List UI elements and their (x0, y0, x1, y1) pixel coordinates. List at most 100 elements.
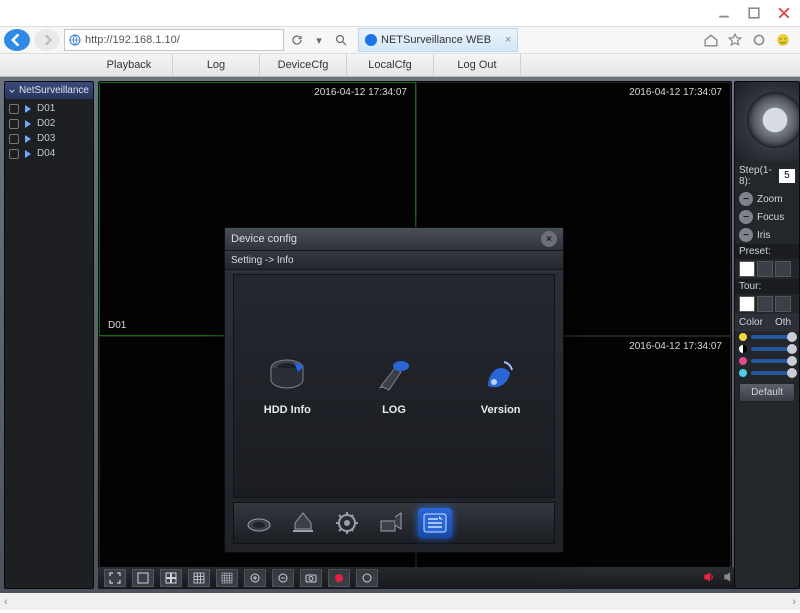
hue-slider[interactable] (751, 371, 795, 375)
preset-input[interactable] (739, 261, 755, 277)
hdd-icon (266, 356, 308, 396)
rec-checkbox[interactable] (9, 134, 19, 144)
fullscreen-button[interactable] (104, 569, 126, 587)
address-bar[interactable]: http://192.168.1.10/ (64, 29, 284, 51)
zoom-label: Zoom (757, 194, 783, 205)
minimize-button[interactable] (712, 3, 736, 23)
snapshot-button[interactable] (300, 569, 322, 587)
extra-button[interactable] (356, 569, 378, 587)
refresh-icon[interactable] (288, 31, 306, 49)
close-window-button[interactable] (772, 3, 796, 23)
record-all-button[interactable] (328, 569, 350, 587)
maximize-button[interactable] (742, 3, 766, 23)
brightness-icon (739, 333, 747, 341)
play-icon (25, 135, 31, 143)
menu-logout[interactable]: Log Out (434, 54, 521, 76)
tour-stop[interactable] (775, 296, 791, 312)
hdd-info-item[interactable]: HDD Info (247, 356, 327, 416)
step-input[interactable]: 5 (779, 169, 795, 183)
rec-checkbox[interactable] (9, 119, 19, 129)
smiley-icon[interactable] (774, 31, 792, 49)
brightness-slider[interactable] (751, 335, 795, 339)
hue-icon (739, 369, 747, 377)
contrast-icon (739, 345, 747, 353)
menu-localcfg[interactable]: LocalCfg (347, 54, 434, 76)
favicon-icon (365, 34, 377, 46)
dialog-close-button[interactable]: × (541, 231, 557, 247)
channel-name: D01 (37, 103, 55, 114)
menu-log[interactable]: Log (173, 54, 260, 76)
saturation-icon (739, 357, 747, 365)
browser-tab[interactable]: NETSurveillance WEB × (358, 28, 518, 52)
tour-label: Tour: (735, 279, 799, 294)
step-label: Step(1-8): (739, 165, 779, 187)
url-text: http://192.168.1.10/ (85, 34, 180, 46)
contrast-slider[interactable] (751, 347, 795, 351)
stop-icon[interactable]: ▾ (310, 31, 328, 49)
cat-alarm-icon[interactable] (286, 508, 320, 538)
focus-out-button[interactable]: − (739, 210, 753, 224)
tools-icon[interactable] (750, 31, 768, 49)
cat-system-icon[interactable] (330, 508, 364, 538)
layout-1-button[interactable] (132, 569, 154, 587)
back-button[interactable] (4, 29, 30, 51)
channel-name: D02 (37, 118, 55, 129)
channel-item[interactable]: D03 (7, 131, 91, 146)
cat-advanced-icon[interactable] (374, 508, 408, 538)
forward-button[interactable] (34, 29, 60, 51)
preset-go[interactable] (757, 261, 773, 277)
home-icon[interactable] (702, 31, 720, 49)
iris-label: Iris (757, 230, 770, 241)
speaker-icon[interactable] (702, 570, 716, 587)
saturation-slider[interactable] (751, 359, 795, 363)
tab-other[interactable]: Oth (767, 314, 799, 331)
timestamp: 2016-04-12 17:34:07 (629, 341, 722, 352)
log-item[interactable]: LOG (354, 356, 434, 416)
channel-item[interactable]: D04 (7, 146, 91, 161)
dialog-title: Device config (231, 233, 297, 245)
cat-info-icon[interactable] (418, 508, 452, 538)
channel-list: D01 D02 D03 D04 (5, 99, 93, 163)
search-icon[interactable] (332, 31, 350, 49)
expand-icon (9, 86, 15, 96)
dialog-breadcrumb: Setting -> Info (225, 251, 563, 270)
preset-label: Preset: (735, 244, 799, 259)
tour-input[interactable] (739, 296, 755, 312)
layout-4-button[interactable] (160, 569, 182, 587)
app-menubar: Playback Log DeviceCfg LocalCfg Log Out (0, 54, 800, 77)
layout-9-button[interactable] (188, 569, 210, 587)
favorites-icon[interactable] (726, 31, 744, 49)
channel-item[interactable]: D02 (7, 116, 91, 131)
preset-add[interactable] (775, 261, 791, 277)
tab-close-icon[interactable]: × (505, 34, 511, 46)
timestamp: 2016-04-12 17:34:07 (629, 87, 722, 98)
item-label: Version (481, 404, 521, 416)
globe-icon (69, 34, 81, 46)
menu-playback[interactable]: Playback (86, 54, 173, 76)
rec-checkbox[interactable] (9, 149, 19, 159)
device-config-dialog: Device config × Setting -> Info HDD Info… (224, 227, 564, 553)
connect-all-button[interactable] (244, 569, 266, 587)
channel-name: D03 (37, 133, 55, 144)
zoom-out-button[interactable]: − (739, 192, 753, 206)
rec-checkbox[interactable] (9, 104, 19, 114)
play-icon (25, 105, 31, 113)
channel-item[interactable]: D01 (7, 101, 91, 116)
disconnect-all-button[interactable] (272, 569, 294, 587)
channel-name: D04 (37, 148, 55, 159)
tour-go[interactable] (757, 296, 773, 312)
iris-out-button[interactable]: − (739, 228, 753, 242)
menu-devicecfg[interactable]: DeviceCfg (260, 54, 347, 76)
version-item[interactable]: Version (461, 356, 541, 416)
ptz-ring-icon (747, 92, 800, 148)
cat-record-icon[interactable] (242, 508, 276, 538)
play-icon (25, 150, 31, 158)
default-button[interactable]: Default (739, 383, 795, 402)
tab-color[interactable]: Color (735, 314, 767, 331)
sidebar-header[interactable]: NetSurveillance (5, 82, 93, 99)
tab-title: NETSurveillance WEB (381, 34, 491, 46)
ptz-wheel[interactable] (735, 82, 799, 162)
horizontal-scrollbar[interactable]: ‹› (0, 593, 800, 610)
layout-16-button[interactable] (216, 569, 238, 587)
dialog-footer (233, 502, 555, 544)
